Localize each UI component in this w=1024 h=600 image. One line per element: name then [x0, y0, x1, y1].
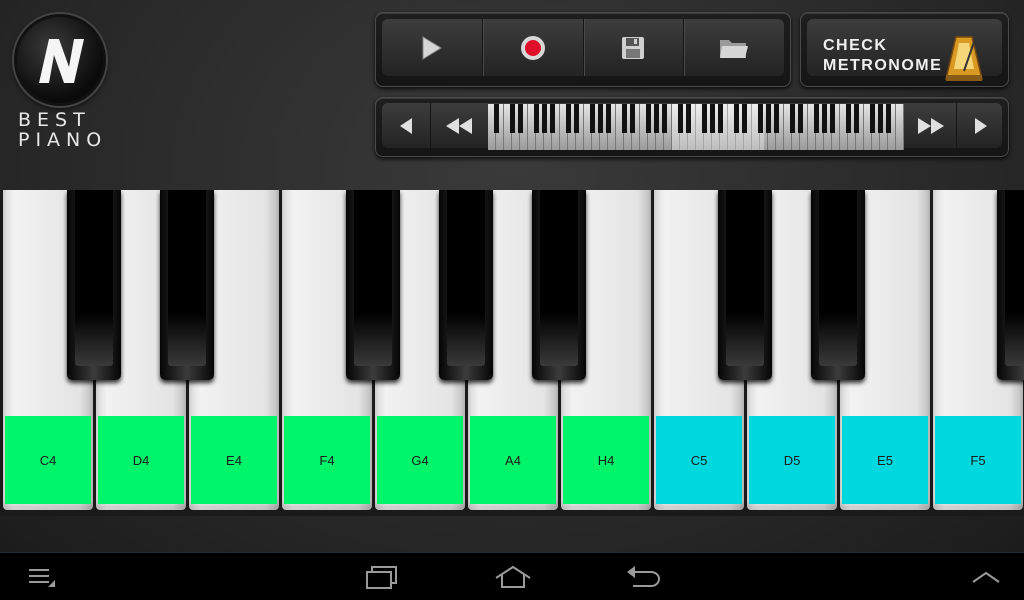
mini-black-key — [653, 104, 659, 133]
mini-black-key — [589, 104, 595, 133]
save-button[interactable] — [584, 19, 685, 76]
mini-black-key — [885, 104, 891, 133]
mini-black-key — [757, 104, 763, 133]
black-key-f-sharp-4[interactable] — [346, 190, 400, 380]
mini-black-key — [533, 104, 539, 133]
open-folder-icon — [720, 39, 749, 58]
key-label: C4 — [5, 416, 91, 504]
chevron-up-icon — [972, 571, 1000, 583]
mini-black-key — [573, 104, 579, 133]
play-button[interactable] — [382, 19, 483, 76]
menu-icon — [29, 569, 55, 587]
mini-black-key — [493, 104, 499, 133]
mini-black-key — [709, 104, 715, 133]
black-key-c-sharp-4[interactable] — [67, 190, 121, 380]
mini-black-key — [733, 104, 739, 133]
save-icon — [622, 36, 645, 59]
step-left-button[interactable] — [382, 103, 430, 148]
metronome-label-check: CHECK — [823, 37, 888, 54]
app-root: BEST PIANO CHECK METRONOME C4 D4 E4 F4 G… — [0, 0, 1024, 552]
mini-black-key — [741, 104, 747, 133]
key-label: D4 — [98, 416, 184, 504]
step-right-icon — [974, 117, 987, 134]
mini-black-key — [877, 104, 883, 133]
key-label: A4 — [470, 416, 556, 504]
black-key-d-sharp-5[interactable] — [811, 190, 865, 380]
mini-keyboard-overview[interactable] — [488, 104, 904, 150]
black-key-c-sharp-5[interactable] — [718, 190, 772, 380]
logo-badge — [14, 14, 106, 106]
metronome-label-metronome: METRONOME — [823, 57, 943, 74]
home-icon — [495, 565, 531, 588]
mini-black-key — [677, 104, 683, 133]
mini-black-key — [621, 104, 627, 133]
record-button[interactable] — [483, 19, 584, 76]
mini-black-key — [661, 104, 667, 133]
mini-black-key — [541, 104, 547, 133]
play-icon — [422, 35, 442, 60]
mini-black-key — [629, 104, 635, 133]
menu-button[interactable] — [20, 561, 64, 593]
logo-n-icon — [39, 39, 84, 83]
mini-black-key — [565, 104, 571, 133]
mini-black-key — [869, 104, 875, 133]
mini-black-key — [773, 104, 779, 133]
keyboard-navigator — [375, 97, 1009, 157]
black-key-f-sharp-5[interactable] — [997, 190, 1024, 380]
back-button[interactable] — [620, 561, 666, 593]
mini-black-key — [509, 104, 515, 133]
open-button[interactable] — [684, 19, 784, 76]
android-navigation-bar — [0, 552, 1024, 600]
key-label: E5 — [842, 416, 928, 504]
mini-black-key — [605, 104, 611, 133]
mini-black-key — [645, 104, 651, 133]
mini-black-key — [845, 104, 851, 133]
key-label: G4 — [377, 416, 463, 504]
fast-rewind-button[interactable] — [430, 103, 486, 148]
mini-black-key — [549, 104, 555, 133]
transport-panel — [375, 12, 791, 87]
recent-apps-button[interactable] — [360, 561, 404, 593]
black-key-a-sharp-4[interactable] — [532, 190, 586, 380]
logo-text-piano: PIANO — [18, 129, 108, 151]
mini-black-key — [821, 104, 827, 133]
key-label: E4 — [191, 416, 277, 504]
black-key-d-sharp-4[interactable] — [160, 190, 214, 380]
mini-white-key — [896, 104, 904, 150]
step-left-icon — [400, 117, 412, 134]
fast-forward-button[interactable] — [906, 103, 956, 148]
key-label: F5 — [935, 416, 1021, 504]
key-label: H4 — [563, 416, 649, 504]
recent-apps-icon — [366, 566, 397, 589]
black-key-g-sharp-4[interactable] — [439, 190, 493, 380]
logo-text-best: BEST — [18, 109, 91, 131]
fast-rewind-icon — [445, 117, 472, 134]
fast-forward-icon — [918, 117, 944, 134]
mini-black-key — [717, 104, 723, 133]
mini-black-key — [789, 104, 795, 133]
key-label: F4 — [284, 416, 370, 504]
best-piano-logo: BEST PIANO — [10, 12, 110, 152]
step-right-button[interactable] — [956, 103, 1004, 148]
mini-black-key — [853, 104, 859, 133]
home-button[interactable] — [490, 561, 536, 593]
show-more-button[interactable] — [966, 561, 1006, 593]
check-metronome-button[interactable]: CHECK METRONOME — [800, 12, 1009, 87]
piano-keyboard: C4 D4 E4 F4 G4 A4 H4 C5 D5 E5 F5 — [0, 190, 1024, 516]
mini-black-key — [765, 104, 771, 133]
mini-black-key — [813, 104, 819, 133]
mini-black-key — [517, 104, 523, 133]
mini-black-key — [701, 104, 707, 133]
mini-black-key — [685, 104, 691, 133]
mini-black-key — [597, 104, 603, 133]
mini-black-key — [829, 104, 835, 133]
key-label: D5 — [749, 416, 835, 504]
metronome-icon — [945, 36, 983, 81]
mini-black-key — [797, 104, 803, 133]
back-icon — [627, 566, 660, 587]
key-label: C5 — [656, 416, 742, 504]
record-icon — [520, 35, 545, 60]
